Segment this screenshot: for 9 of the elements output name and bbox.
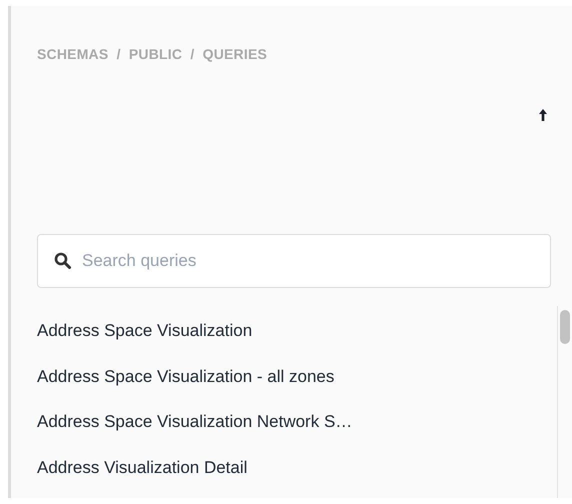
query-item[interactable]: Address Space Visualization	[37, 316, 557, 362]
arrow-up-icon[interactable]	[538, 108, 548, 122]
query-item[interactable]: Address Space Visualization - all zones	[37, 362, 557, 407]
scrollbar-thumb[interactable]	[560, 310, 570, 344]
query-item[interactable]: Address Visualization Detail	[37, 452, 557, 498]
query-item[interactable]: Address Space Visualization Network S…	[37, 407, 557, 452]
breadcrumb: SCHEMAS / PUBLIC / QUERIES	[37, 46, 268, 62]
search-field[interactable]: Search queries	[37, 234, 551, 288]
search-icon	[54, 252, 71, 269]
